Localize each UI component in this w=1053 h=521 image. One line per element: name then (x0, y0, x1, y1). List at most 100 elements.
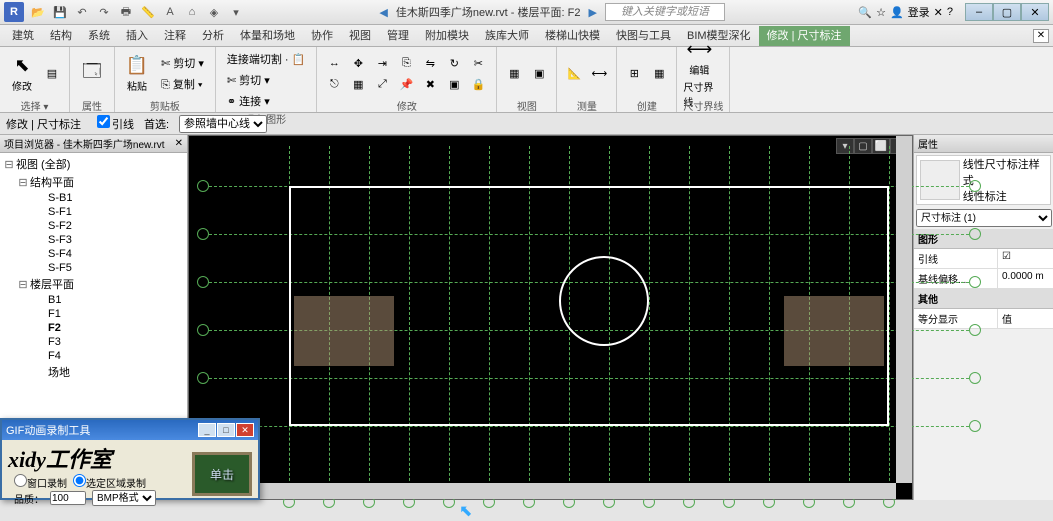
tab-7[interactable]: 协作 (303, 26, 341, 46)
tab-8[interactable]: 视图 (341, 26, 379, 46)
exchange-icon[interactable]: ✕ (934, 6, 943, 19)
join-end-cut-button[interactable]: 连接端切割 · 📋 (222, 49, 310, 69)
user-icon[interactable]: 👤 (890, 6, 904, 19)
drawing-viewport[interactable]: ▾ ▢ ⬜ ✕ ⬉ (188, 135, 913, 500)
leader-checkbox[interactable]: 引线 (91, 115, 134, 132)
select-arrow-button[interactable]: ⬉修改 (6, 52, 38, 96)
tree-item[interactable]: S-F5 (0, 261, 187, 275)
properties-button[interactable]: 🗔 (76, 52, 108, 96)
pin-icon[interactable]: 📌 (395, 74, 417, 94)
split-icon[interactable]: ⎋ (323, 74, 345, 94)
tab-11[interactable]: 族库大师 (477, 26, 537, 46)
mirror-icon[interactable]: ⇋ (419, 53, 441, 73)
tab-4[interactable]: 注释 (156, 26, 194, 46)
prefer-select[interactable]: 参照墙中心线 (179, 115, 267, 133)
maximize-button[interactable]: ▢ (993, 3, 1021, 21)
tree-item[interactable]: 场地 (0, 363, 187, 381)
tree-item[interactable]: F4 (0, 349, 187, 363)
move-icon[interactable]: ✥ (347, 53, 369, 73)
search-input[interactable]: 键入关键字或短语 (605, 3, 725, 21)
tree-item[interactable]: B1 (0, 293, 187, 307)
geo-cut-button[interactable]: ✄ 剪切 ▾ (222, 70, 310, 90)
infocenter-search-icon[interactable]: 🔍 (858, 6, 872, 19)
tab-6[interactable]: 体量和场地 (232, 26, 303, 46)
gif-minimize-button[interactable]: _ (198, 423, 216, 437)
record-region-radio[interactable]: 选定区域录制 (73, 474, 146, 490)
edit-witness-lines-button[interactable]: ⟷编辑尺寸界线 (683, 52, 715, 96)
copy-button[interactable]: ⎘ 复制 ▾ (156, 74, 209, 94)
paste-button[interactable]: 📋粘贴 (121, 52, 153, 96)
array-icon[interactable]: ▦ (347, 74, 369, 94)
tab-1[interactable]: 结构 (42, 26, 80, 46)
dimension-icon[interactable]: ⟷ (588, 64, 610, 84)
tree-item[interactable]: S-F1 (0, 205, 187, 219)
ribbon-close-icon[interactable]: ✕ (1033, 29, 1049, 43)
type-preview[interactable]: 线性尺寸标注样式线性标注 (916, 155, 1051, 205)
horizontal-scrollbar[interactable] (189, 483, 896, 499)
tree-item[interactable]: S-F4 (0, 247, 187, 261)
vp-max-icon[interactable]: ⬜ (872, 138, 890, 154)
measure-icon[interactable]: 📐 (563, 64, 585, 84)
tab-3[interactable]: 插入 (118, 26, 156, 46)
create-similar-icon[interactable]: ⊞ (623, 64, 645, 84)
instance-selector[interactable]: 尺寸标注 (1) (916, 209, 1052, 227)
tree-item[interactable]: F2 (0, 321, 187, 335)
qat-measure-icon[interactable]: 📏 (138, 2, 158, 22)
login-link[interactable]: 登录 (908, 4, 930, 20)
gif-close-button[interactable]: ✕ (236, 423, 254, 437)
qat-more-icon[interactable]: ▾ (226, 2, 246, 22)
qat-save-icon[interactable]: 💾 (50, 2, 70, 22)
cut-button[interactable]: ✄ 剪切 ▾ (156, 53, 209, 73)
tab-0[interactable]: 建筑 (4, 26, 42, 46)
minimize-button[interactable]: – (965, 3, 993, 21)
geo-join-button[interactable]: ⚭ 连接 ▾ (222, 91, 310, 111)
tree-item[interactable]: S-F2 (0, 219, 187, 233)
favorite-icon[interactable]: ☆ (876, 6, 886, 19)
qat-undo-icon[interactable]: ↶ (72, 2, 92, 22)
tab-13[interactable]: 快图与工具 (608, 26, 679, 46)
vertical-scrollbar[interactable] (896, 136, 912, 483)
tab-12[interactable]: 楼梯山快模 (537, 26, 608, 46)
record-window-radio[interactable]: 窗口录制 (14, 474, 67, 490)
group-icon[interactable]: ▣ (443, 74, 465, 94)
tree-item[interactable]: F1 (0, 307, 187, 321)
vp-restore-icon[interactable]: ▢ (854, 138, 872, 154)
prop-equality-value[interactable]: 值 (998, 309, 1053, 328)
qat-print-icon[interactable]: 🖶 (116, 2, 136, 22)
view-hide-icon[interactable]: ▦ (503, 64, 525, 84)
qat-home-icon[interactable]: ⌂ (182, 2, 202, 22)
align-icon[interactable]: ↔ (323, 53, 345, 73)
qat-nav-icon[interactable]: ◈ (204, 2, 224, 22)
qat-redo-icon[interactable]: ↷ (94, 2, 114, 22)
tab-5[interactable]: 分析 (194, 26, 232, 46)
tree-item[interactable]: S-F3 (0, 233, 187, 247)
tree-item[interactable]: F3 (0, 335, 187, 349)
tab-15[interactable]: 修改 | 尺寸标注 (759, 26, 850, 46)
tab-2[interactable]: 系统 (80, 26, 118, 46)
gif-recorder-window[interactable]: GIF动画录制工具 _ □ ✕ xidy工作室 窗口录制 选定区域录制 品质： … (0, 418, 260, 500)
tab-9[interactable]: 管理 (379, 26, 417, 46)
view-crop-icon[interactable]: ▣ (528, 64, 550, 84)
quality-input[interactable] (50, 491, 86, 505)
gif-maximize-button[interactable]: □ (217, 423, 235, 437)
rotate-icon[interactable]: ↻ (443, 53, 465, 73)
app-logo[interactable]: R (4, 2, 24, 22)
offset-icon[interactable]: ⇥ (371, 53, 393, 73)
vp-menu-icon[interactable]: ▾ (836, 138, 854, 154)
select-filter-icon[interactable]: ▤ (41, 64, 63, 84)
tree-item[interactable]: ⊟视图 (全部) (0, 155, 187, 173)
lock-icon[interactable]: 🔒 (467, 74, 489, 94)
prop-leader-value[interactable]: ☑ (998, 249, 1053, 268)
tree-item[interactable]: ⊟楼层平面 (0, 275, 187, 293)
copy-icon[interactable]: ⎘ (395, 53, 417, 73)
help-icon[interactable]: ? (947, 6, 953, 18)
qat-open-icon[interactable]: 📂 (28, 2, 48, 22)
tab-10[interactable]: 附加模块 (417, 26, 477, 46)
scale-icon[interactable]: ⤢ (371, 74, 393, 94)
create-group-icon[interactable]: ▦ (648, 64, 670, 84)
format-select[interactable]: BMP格式 (92, 490, 156, 506)
trim-icon[interactable]: ✂ (467, 53, 489, 73)
delete-icon[interactable]: ✖ (419, 74, 441, 94)
browser-close-icon[interactable]: ✕ (175, 138, 183, 149)
qat-text-icon[interactable]: A (160, 2, 180, 22)
